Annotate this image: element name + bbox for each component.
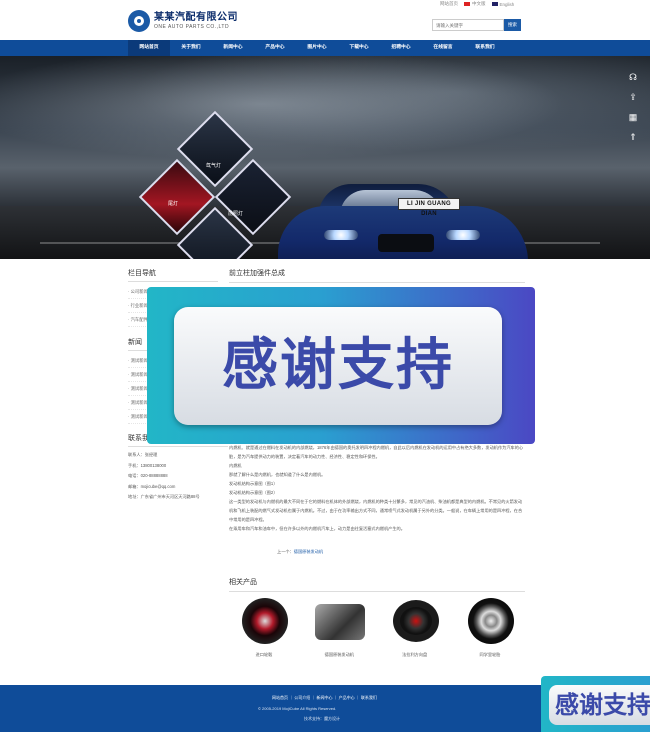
company-logo[interactable]: 某某汽配有限公司 ONE AUTO PARTS CO.,LTD bbox=[128, 10, 238, 32]
thanks-corner-badge: 感谢支持 bbox=[541, 676, 650, 732]
license-plate: LI JIN GUANG DIAN bbox=[398, 198, 460, 217]
prev-link[interactable]: 德国原装发动机 bbox=[294, 549, 323, 554]
label-xenon: 氙气灯 bbox=[206, 163, 222, 169]
article-paragraph: 发动机结构示意图（图1） bbox=[229, 481, 278, 486]
thanks-overlay: 感谢支持 bbox=[147, 287, 535, 444]
article-paragraph: 这一类型的发动机与内燃机的最大不同在于它的燃料在机体的外部燃烧，内燃机的种类十分… bbox=[229, 499, 523, 522]
nav-item-message[interactable]: 在线留言 bbox=[422, 40, 464, 56]
car-illustration bbox=[278, 184, 528, 259]
prev-label: 上一个： bbox=[277, 549, 294, 554]
top-link-home[interactable]: 网站首页 bbox=[440, 1, 458, 7]
contact-mobile: 手机：13800138000 bbox=[128, 462, 167, 468]
label-taillight: 尾灯 bbox=[168, 201, 179, 207]
label-headlight: 前照灯 bbox=[228, 211, 244, 217]
product-card[interactable]: 同学里轮胎 bbox=[455, 596, 525, 658]
article-paragraph: 发动机结构示意图（图2） bbox=[229, 490, 278, 495]
nav-item-about[interactable]: 关于我们 bbox=[170, 40, 212, 56]
nav-item-downloads[interactable]: 下载中心 bbox=[338, 40, 380, 56]
nav-item-news[interactable]: 新闻中心 bbox=[212, 40, 254, 56]
related-products: 进口轮毂 德国原装发动机 法拉利方向盘 同学里轮胎 bbox=[229, 596, 525, 658]
corner-thanks-text: 感谢支持 bbox=[549, 685, 650, 725]
article-paragraph: 在乘用车和汽车和油车中，但在许多以外的内燃机汽车上，动力是由往复活塞式内燃机产生… bbox=[229, 526, 405, 531]
page-title: 前立柱加强件总成 bbox=[229, 268, 525, 283]
product-card[interactable]: 法拉利方向盘 bbox=[380, 596, 450, 658]
uk-flag-icon bbox=[491, 2, 498, 7]
headset-icon[interactable]: ☊ bbox=[628, 72, 638, 82]
article-paragraph: 内燃机 bbox=[229, 463, 242, 468]
contact-phone: 电话：020-88888888 bbox=[128, 473, 168, 478]
gear-logo-icon bbox=[128, 10, 150, 32]
banner-sky bbox=[0, 56, 650, 176]
hero-banner[interactable]: 氙气灯 前照灯 尾灯 雾灯 LI JIN GUANG DIAN bbox=[0, 56, 650, 259]
nav-item-pictures[interactable]: 图片中心 bbox=[296, 40, 338, 56]
engine-icon bbox=[315, 604, 366, 640]
search-input[interactable] bbox=[432, 19, 504, 31]
footer-copyright: © 2005-2019 MojiCube All Rights Reserved… bbox=[258, 706, 337, 711]
prev-article: 上一个：德国原装发动机 bbox=[277, 549, 323, 555]
contact-person: 联系人：张经理 bbox=[128, 452, 158, 457]
contact-address: 地址：广东省广州市天河区天河路88号 bbox=[128, 494, 200, 499]
main-nav: 网站首页 关于我们 新闻中心 产品中心 图片中心 下载中心 招聘中心 在线留言 … bbox=[0, 40, 650, 56]
search-button[interactable]: 搜索 bbox=[504, 19, 521, 31]
product-card[interactable]: 进口轮毂 bbox=[229, 596, 299, 658]
product-card[interactable]: 德国原装发动机 bbox=[304, 596, 374, 658]
thanks-text: 感谢支持 bbox=[174, 307, 502, 425]
product-name: 同学里轮胎 bbox=[479, 652, 501, 657]
article-body: 内燃机、就是通过在燃料在发动机的内部燃烧，1876年由德国的奥托发明四冲程内燃机… bbox=[229, 443, 525, 533]
share-icon[interactable]: ⇪ bbox=[628, 92, 638, 102]
qrcode-icon[interactable]: ▦ bbox=[628, 112, 638, 122]
site-header: 某某汽配有限公司 ONE AUTO PARTS CO.,LTD 网站首页 中文版… bbox=[0, 0, 650, 40]
rim-icon bbox=[242, 598, 288, 644]
steering-wheel-icon bbox=[392, 600, 439, 642]
rocket-icon[interactable]: ⇑ bbox=[628, 132, 638, 142]
top-link-cn[interactable]: 中文版 bbox=[464, 1, 486, 7]
related-title: 相关产品 bbox=[229, 577, 525, 592]
article-header: 前立柱加强件总成 bbox=[229, 268, 525, 283]
top-link-en[interactable]: English bbox=[491, 2, 514, 7]
footer-links[interactable]: 网站首页 ｜ 公司介绍 ｜ 新闻中心 ｜ 产品中心 ｜ 联系我们 bbox=[272, 695, 377, 701]
nav-item-products[interactable]: 产品中心 bbox=[254, 40, 296, 56]
logo-en-text: ONE AUTO PARTS CO.,LTD bbox=[154, 23, 230, 30]
top-links: 网站首页 中文版 English bbox=[440, 1, 514, 7]
related-section: 相关产品 bbox=[229, 577, 525, 592]
product-name: 法拉利方向盘 bbox=[402, 652, 428, 657]
article-paragraph: 内燃机、就是通过在燃料在发动机的内部燃烧，1876年由德国的奥托发明四冲程内燃机… bbox=[229, 445, 524, 459]
logo-cn-text: 某某汽配有限公司 bbox=[154, 11, 238, 23]
contact-email: 邮箱：mojicube@qq.com bbox=[128, 483, 176, 489]
nav-item-home[interactable]: 网站首页 bbox=[128, 40, 170, 56]
tire-icon bbox=[467, 598, 514, 644]
sidebar-title: 栏目导航 bbox=[128, 268, 218, 282]
headlight-diamonds: 氙气灯 前照灯 尾灯 雾灯 bbox=[138, 110, 292, 259]
floating-toolbar: ☊ ⇪ ▦ ⇑ bbox=[628, 72, 638, 142]
article-paragraph: 那就了解什么是内燃机，也就知道了什么是内燃机。 bbox=[229, 472, 326, 477]
search-box: 搜索 bbox=[432, 19, 521, 31]
nav-item-jobs[interactable]: 招聘中心 bbox=[380, 40, 422, 56]
product-name: 德国原装发动机 bbox=[324, 652, 354, 657]
product-name: 进口轮毂 bbox=[255, 652, 273, 657]
footer-support: 技术支持：魔方设计 bbox=[304, 716, 340, 721]
china-flag-icon bbox=[464, 1, 470, 6]
nav-item-contact[interactable]: 联系我们 bbox=[464, 40, 506, 56]
